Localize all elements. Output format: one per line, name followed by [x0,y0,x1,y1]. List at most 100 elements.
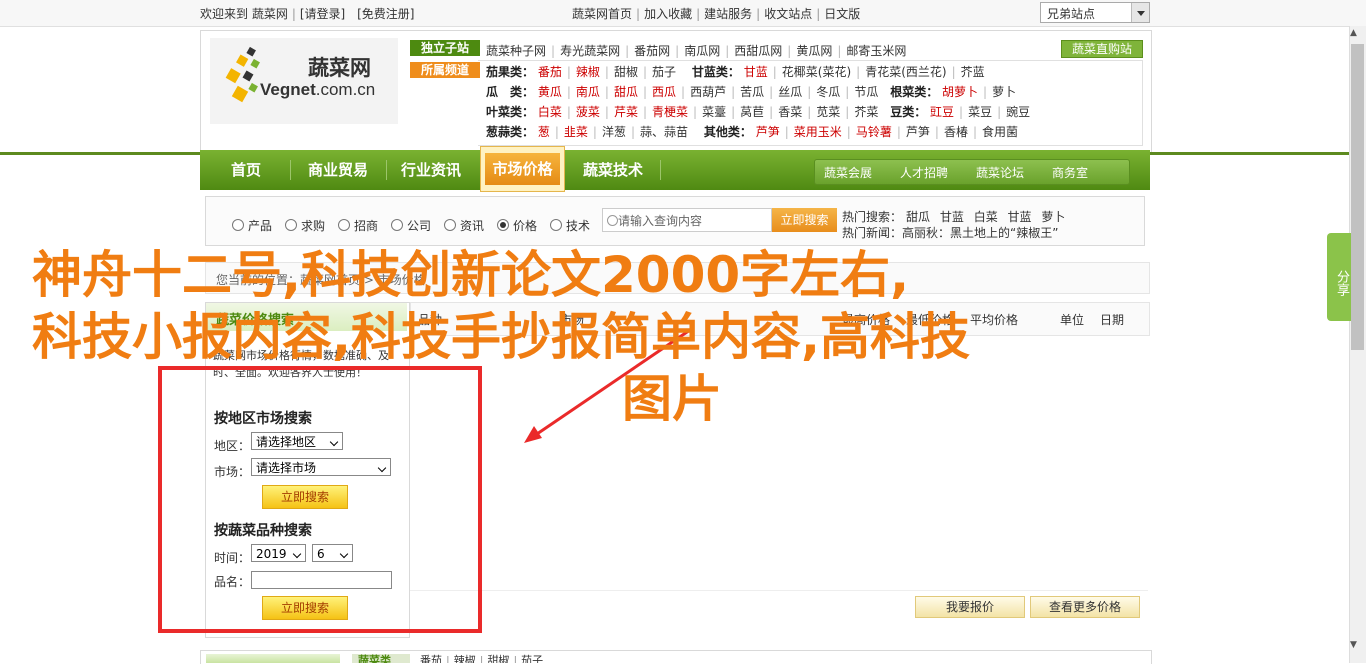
category-link[interactable]: 豇豆 [930,105,954,119]
category-link[interactable]: 白菜 [538,105,562,119]
category-row-alliums: 葱蒜类： 葱 | 韭菜 | 洋葱 | 蒜、蒜苗 其他类： 芦笋 | 菜用玉米 | 马铃薯 | 芦笋 | 香椿… [486,125,1019,139]
nav-trade[interactable]: 商业贸易 [292,150,384,190]
hot-search-link[interactable]: 白菜 [974,210,998,224]
hot-news-link[interactable]: 高丽秋：黑土地上的“辣椒王” [902,226,1058,240]
collect-link[interactable]: 收文站点 [764,7,812,21]
featured-site-link[interactable]: 黄瓜网 [796,44,832,58]
category-link[interactable]: 甜椒 [614,65,638,79]
category-link[interactable]: 菠菜 [576,105,600,119]
category-link[interactable]: 莴苣 [740,105,764,119]
category-link[interactable]: 冬瓜 [816,85,840,99]
scroll-up-icon[interactable]: ▲ [1350,28,1357,38]
category-link[interactable]: 青梗菜 [652,105,688,119]
category-link[interactable]: 芥菜 [854,105,878,119]
nav-technology[interactable]: 蔬菜技术 [570,150,656,190]
hot-search-link[interactable]: 甘蓝 [940,210,964,224]
logo-cn: 蔬菜网 [308,55,371,80]
category-link[interactable]: 甘蓝 [744,65,768,79]
featured-site-link[interactable]: 寿光蔬菜网 [560,44,620,58]
category-link[interactable]: 葱 [538,125,550,139]
home-link[interactable]: 蔬菜网首页 [572,7,632,21]
direct-buy-button[interactable]: 蔬菜直购站 [1061,40,1143,58]
category-link[interactable]: 芥蓝 [961,65,985,79]
category-link[interactable]: 萝卜 [992,85,1016,99]
category-link[interactable]: 蒜、蒜苗 [640,125,688,139]
nav-home[interactable]: 首页 [205,150,287,190]
featured-site-link[interactable]: 南瓜网 [684,44,720,58]
register-link[interactable]: [免费注册] [357,7,414,21]
category-link[interactable]: 花椰菜(菜花) [782,65,851,79]
category-link[interactable]: 番茄 [538,65,562,79]
radio-label: 技术 [566,219,591,233]
tab-channel[interactable]: 所属频道 [410,62,480,78]
nav-market-price[interactable]: 市场价格 [480,146,565,192]
category-link[interactable]: 辣椒 [576,65,600,79]
subnav-expo[interactable]: 蔬菜会展 [824,164,872,181]
category-link[interactable]: 节瓜 [854,85,878,99]
category-link[interactable]: 马铃薯 [856,125,892,139]
japanese-link[interactable]: 日文版 [824,7,860,21]
category-link[interactable]: 西瓜 [652,85,676,99]
category-link[interactable]: 豌豆 [1006,105,1030,119]
subnav-forum[interactable]: 蔬菜论坛 [976,164,1024,181]
category-link[interactable]: 甜瓜 [614,85,638,99]
build-link[interactable]: 建站服务 [704,7,752,21]
login-link[interactable]: [请登录] [300,7,345,21]
hot-search-link[interactable]: 萝卜 [1041,210,1065,224]
scroll-down-icon[interactable]: ▼ [1350,640,1357,650]
category-link[interactable]: 芹菜 [614,105,638,119]
radio-icon [232,219,244,231]
site-logo[interactable]: 蔬菜网 Vegnet.com.cn [210,38,398,124]
category-link[interactable]: 黄瓜 [538,85,562,99]
hot-search-link[interactable]: 甘蓝 [1008,210,1032,224]
category-link[interactable]: 芦笋 [756,125,780,139]
category-link[interactable]: 青花菜(西兰花) [865,65,946,79]
radio-product[interactable]: 产品 [232,217,272,234]
bottom-link[interactable]: 辣椒 [454,654,476,663]
radio-invest[interactable]: 招商 [338,217,378,234]
radio-company[interactable]: 公司 [391,217,431,234]
radio-buy[interactable]: 求购 [285,217,325,234]
subnav-jobs[interactable]: 人才招聘 [900,164,948,181]
bottom-link[interactable]: 茄子 [521,654,543,663]
featured-site-link[interactable]: 番茄网 [634,44,670,58]
category-link[interactable]: 韭菜 [564,125,588,139]
radio-price[interactable]: 价格 [497,217,537,234]
category-link[interactable]: 芦笋 [906,125,930,139]
radio-tech[interactable]: 技术 [550,217,590,234]
tab-featured[interactable]: 独立子站 [410,40,480,56]
category-link[interactable]: 菜豆 [968,105,992,119]
search-input[interactable]: 请输入查询内容 [602,208,772,232]
more-prices-button[interactable]: 查看更多价格 [1030,596,1140,618]
logo-leaf-icon [225,46,260,103]
category-link[interactable]: 胡萝卜 [942,85,978,99]
category-link[interactable]: 南瓜 [576,85,600,99]
subnav-office[interactable]: 商务室 [1052,164,1088,181]
category-link[interactable]: 茄子 [652,65,676,79]
bottom-link[interactable]: 甜椒 [487,654,509,663]
nav-news[interactable]: 行业资讯 [388,150,474,190]
category-label: 其他类： [703,125,752,139]
featured-site-link[interactable]: 蔬菜种子网 [486,44,546,58]
radio-news[interactable]: 资讯 [444,217,484,234]
search-button[interactable]: 立即搜索 [772,208,837,232]
quote-price-button[interactable]: 我要报价 [915,596,1025,618]
favorite-link[interactable]: 加入收藏 [644,7,692,21]
category-link[interactable]: 菜用玉米 [794,125,842,139]
bottom-link[interactable]: 番茄 [420,654,442,663]
category-link[interactable]: 香椿 [944,125,968,139]
category-link[interactable]: 西葫芦 [690,85,726,99]
sister-sites-select[interactable]: 兄弟站点 [1040,2,1150,23]
featured-site-link[interactable]: 西甜瓜网 [734,44,782,58]
category-link[interactable]: 苦瓜 [740,85,764,99]
category-link[interactable]: 食用菌 [982,125,1018,139]
hot-search-link[interactable]: 甜瓜 [906,210,930,224]
category-link[interactable]: 苋菜 [816,105,840,119]
category-link[interactable]: 菜薹 [702,105,726,119]
category-link[interactable]: 香菜 [778,105,802,119]
featured-site-link[interactable]: 邮寄玉米网 [846,44,906,58]
category-link[interactable]: 丝瓜 [778,85,802,99]
bottom-tab[interactable]: 蔬菜类 [352,654,410,663]
category-link[interactable]: 洋葱 [602,125,626,139]
scrollbar-thumb[interactable] [1351,44,1364,350]
